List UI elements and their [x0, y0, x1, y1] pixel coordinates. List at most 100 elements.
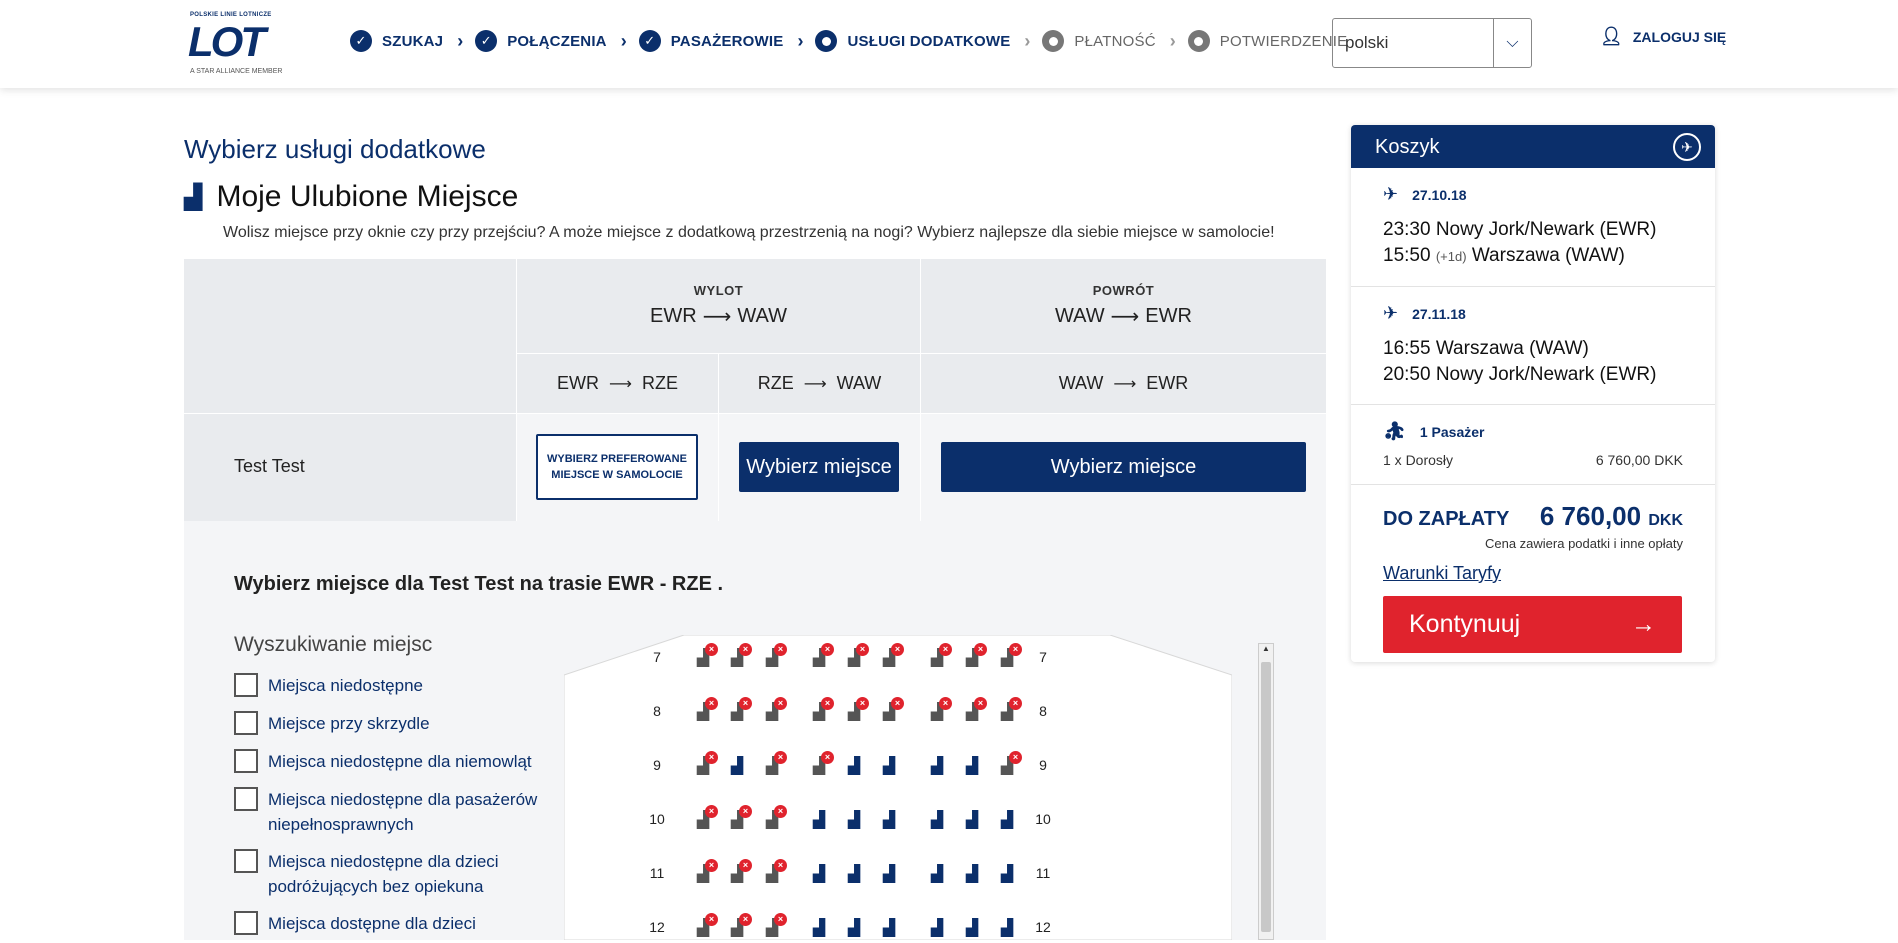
seat-available[interactable]: ▟: [992, 805, 1022, 835]
seat-icon: ▟: [882, 812, 896, 829]
lot-logo[interactable]: POLSKIE LINIE LOTNICZE LOT A STAR ALLIAN…: [188, 12, 294, 78]
seat-available[interactable]: ▟: [957, 805, 987, 835]
seat-available[interactable]: ▟: [722, 751, 752, 781]
row-number: 7: [653, 649, 661, 665]
seatmap-scrollbar[interactable]: ▲: [1258, 643, 1274, 940]
leg-header: WAW ⟶ EWR: [920, 354, 1326, 413]
seat-unavailable: ▟ ×: [804, 751, 834, 781]
step-label: PŁATNOŚĆ: [1074, 32, 1156, 50]
passenger-count: 1 Pasażer: [1419, 423, 1485, 440]
seat-available[interactable]: ▟: [839, 751, 869, 781]
passenger-type: 1 x Dorosły: [1383, 452, 1454, 468]
section-title: ▟ Moje Ulubione Miejsce: [184, 180, 518, 214]
chevron-right-icon: ›: [1169, 30, 1176, 51]
filter-unavailable[interactable]: Miejsca niedostępne: [234, 673, 548, 698]
seat-heading: Wybierz miejsce dla Test Test na trasie …: [234, 573, 724, 595]
seat-available[interactable]: ▟: [839, 913, 869, 943]
seat-available[interactable]: ▟: [839, 859, 869, 889]
unavailable-x-icon: ×: [739, 643, 752, 656]
preferred-seat-button[interactable]: WYBIERZ PREFEROWANE MIEJSCE W SAMOLOCIE: [536, 434, 698, 500]
language-select[interactable]: polski ⌵: [1332, 18, 1532, 68]
fare-conditions-link[interactable]: Warunki Taryfy: [1383, 563, 1501, 584]
seat-available[interactable]: ▟: [874, 751, 904, 781]
continue-label: Kontynuuj: [1409, 610, 1521, 638]
select-seat-button[interactable]: Wybierz miejsce: [739, 442, 899, 492]
arrow-right-icon: ⟶: [803, 375, 827, 393]
seat-icon: ▟: [812, 812, 826, 829]
return-header: POWRÓT WAW ⟶ EWR: [920, 259, 1326, 353]
unavailable-x-icon: ×: [739, 697, 752, 710]
seat-available[interactable]: ▟: [992, 859, 1022, 889]
cart-header: Koszyk ✈︎: [1351, 125, 1715, 168]
seat-available[interactable]: ▟: [922, 913, 952, 943]
checkbox[interactable]: [234, 911, 258, 935]
filter-unaccompanied[interactable]: Miejsca niedostępne dla dzieci podróżują…: [234, 849, 548, 899]
seat-available[interactable]: ▟: [804, 859, 834, 889]
scroll-thumb[interactable]: [1261, 662, 1271, 932]
checkbox[interactable]: [234, 673, 258, 697]
filter-infant[interactable]: Miejsca niedostępne dla niemowląt: [234, 749, 548, 774]
unavailable-x-icon: ×: [821, 751, 834, 764]
scroll-up-icon[interactable]: ▲: [1259, 644, 1273, 658]
step-extras: USŁUGI DODATKOWE: [815, 30, 1010, 52]
flight-date: 27.11.18: [1412, 305, 1466, 322]
seat-unavailable: ▟ ×: [688, 697, 718, 727]
booking-steps: ✓ SZUKAJ › ✓ POŁĄCZENIA › ✓ PASAŻEROWIE …: [350, 30, 1361, 52]
seat-available[interactable]: ▟: [922, 859, 952, 889]
passenger-icon: ⛹︎: [1383, 421, 1406, 441]
seat-available[interactable]: ▟: [874, 859, 904, 889]
step-label: POŁĄCZENIA: [507, 32, 607, 50]
seat-available[interactable]: ▟: [992, 913, 1022, 943]
seat-unavailable: ▟ ×: [688, 643, 718, 673]
seat-unavailable: ▟ ×: [839, 697, 869, 727]
step-passengers[interactable]: ✓ PASAŻEROWIE: [638, 30, 784, 52]
seat-unavailable: ▟ ×: [922, 697, 952, 727]
seat-unavailable: ▟ ×: [757, 805, 787, 835]
plane-icon: ✈︎: [1383, 303, 1399, 323]
row-number: 8: [1039, 703, 1047, 719]
seat-unavailable: ▟ ×: [722, 643, 752, 673]
continue-button[interactable]: Kontynuuj →: [1383, 596, 1682, 653]
unavailable-x-icon: ×: [891, 697, 904, 710]
seat-available[interactable]: ▟: [804, 913, 834, 943]
leg-header: RZE ⟶ WAW: [718, 354, 920, 413]
seat-icon: ▟: [965, 758, 979, 775]
route-to: WAW: [737, 305, 787, 327]
seat-available[interactable]: ▟: [874, 913, 904, 943]
seat-icon: ▟: [1000, 866, 1014, 883]
seat-available[interactable]: ▟: [839, 805, 869, 835]
step-connections[interactable]: ✓ POŁĄCZENIA: [475, 30, 607, 52]
unavailable-x-icon: ×: [821, 697, 834, 710]
seat-icon: ▟: [847, 812, 861, 829]
pending-step-icon: [1042, 30, 1065, 52]
seat-available[interactable]: ▟: [957, 751, 987, 781]
seat-available[interactable]: ▟: [804, 805, 834, 835]
filters-title: Wyszukiwanie miejsc: [234, 633, 433, 656]
passenger-name: Test Test: [234, 456, 305, 476]
login-link[interactable]: 👤︎ ZALOGUJ SIĘ: [1600, 26, 1726, 47]
arrow-right-icon: ⟶: [1110, 306, 1140, 328]
seat-available[interactable]: ▟: [957, 859, 987, 889]
unavailable-x-icon: ×: [1009, 751, 1022, 764]
filter-children[interactable]: Miejsca dostępne dla dzieci: [234, 911, 548, 936]
checkbox[interactable]: [234, 711, 258, 735]
seat-available[interactable]: ▟: [957, 913, 987, 943]
select-seat-button[interactable]: Wybierz miejsce: [941, 442, 1306, 492]
unavailable-x-icon: ×: [1009, 697, 1022, 710]
filter-wing[interactable]: Miejsce przy skrzydle: [234, 711, 548, 736]
seat-available[interactable]: ▟: [874, 805, 904, 835]
flight-date: 27.10.18: [1412, 186, 1467, 203]
row-number: 10: [1035, 811, 1051, 827]
seat-available[interactable]: ▟: [922, 805, 952, 835]
filter-disabled[interactable]: Miejsca niedostępne dla pasażerów niepeł…: [234, 787, 548, 837]
chevron-down-icon[interactable]: ⌵: [1493, 19, 1531, 67]
checkbox[interactable]: [234, 749, 258, 773]
checkbox[interactable]: [234, 849, 258, 873]
seat-unavailable: ▟ ×: [757, 913, 787, 943]
flight-segments-grid: WYLOT EWR ⟶ WAW POWRÓT WAW ⟶ EWR EWR ⟶ R…: [184, 259, 1326, 521]
seat-available[interactable]: ▟: [922, 751, 952, 781]
step-search[interactable]: ✓ SZUKAJ: [350, 30, 443, 52]
checkbox[interactable]: [234, 787, 258, 811]
current-step-icon: [815, 30, 838, 52]
seat-selection-panel: Wybierz miejsce dla Test Test na trasie …: [184, 521, 1326, 940]
